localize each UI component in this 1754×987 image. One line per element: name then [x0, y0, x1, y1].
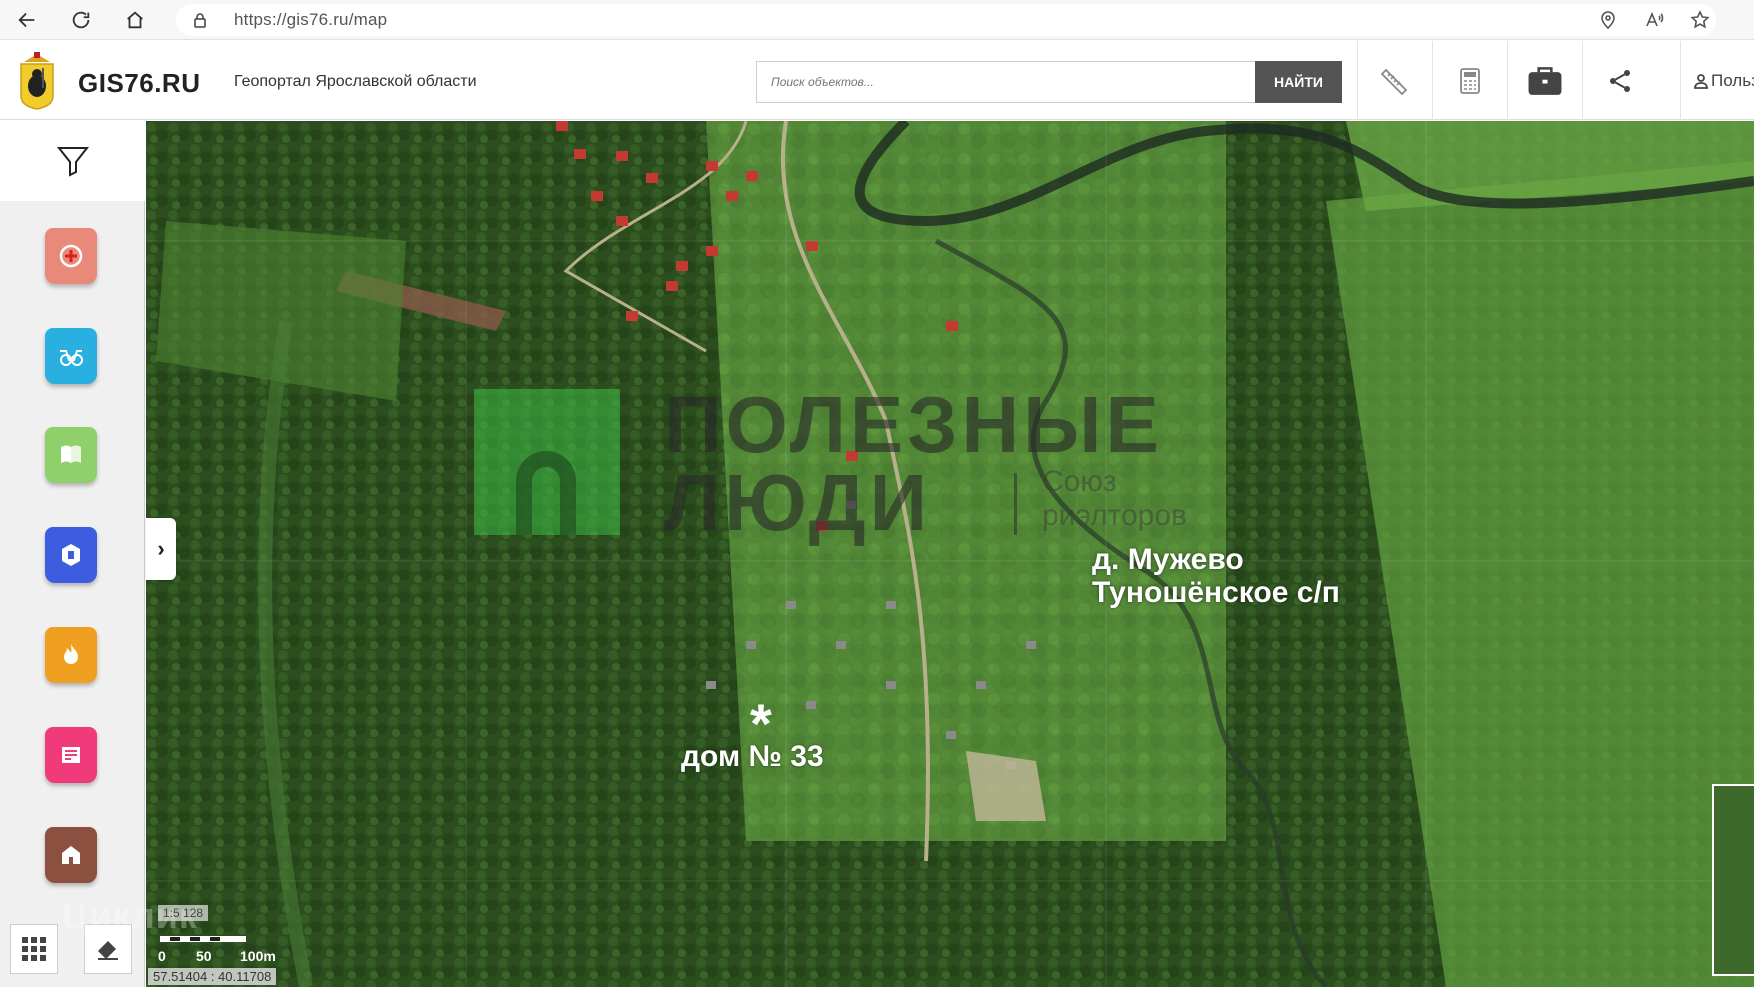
share-icon	[1610, 69, 1630, 92]
lock-icon	[192, 12, 222, 28]
category-housing-button[interactable]	[45, 827, 97, 883]
satellite-imagery	[146, 121, 1754, 987]
map-canvas[interactable]	[146, 121, 1754, 987]
briefcase-icon	[1528, 66, 1562, 95]
browser-toolbar: https://gis76.ru/map	[0, 0, 1754, 40]
village-label: д. Мужево Туношёнское с/п	[1092, 543, 1340, 609]
url-text: https://gis76.ru/map	[234, 10, 388, 29]
favorites-icon[interactable]	[1688, 8, 1712, 32]
village-name: д. Мужево	[1092, 543, 1244, 576]
search-button[interactable]: НАЙТИ	[1255, 61, 1342, 103]
book-icon	[61, 445, 81, 463]
scale-bar	[160, 936, 246, 942]
cursor-coordinates: 57.51404 : 40.11708	[148, 968, 277, 985]
address-bar[interactable]: https://gis76.ru/map	[176, 4, 1716, 36]
medical-cross-icon	[59, 244, 83, 268]
location-icon[interactable]	[1596, 8, 1620, 32]
category-commerce-button[interactable]	[45, 727, 97, 783]
read-aloud-icon[interactable]	[1642, 8, 1666, 32]
wheelchair-icon	[60, 350, 83, 366]
share-tool-button[interactable]	[1582, 41, 1657, 120]
home-icon[interactable]	[108, 0, 162, 40]
measure-tool-button[interactable]	[1357, 41, 1432, 120]
scale-ratio: 1:5 128	[158, 905, 209, 921]
flame-icon	[64, 644, 78, 664]
back-icon[interactable]	[0, 0, 54, 40]
theatre-icon	[62, 544, 80, 566]
scale-tick-100: 100m	[240, 948, 276, 964]
store-icon	[62, 747, 80, 763]
user-menu[interactable]: Польз	[1680, 41, 1754, 120]
grid-icon	[22, 937, 46, 961]
apps-grid-button[interactable]	[10, 924, 58, 974]
calculator-icon	[1460, 67, 1480, 94]
site-subtitle: Геопортал Ярославской области	[234, 73, 477, 90]
ruler-icon	[1380, 68, 1408, 95]
category-culture-button[interactable]	[45, 527, 97, 583]
briefcase-tool-button[interactable]	[1507, 41, 1582, 120]
search-input[interactable]	[756, 61, 1256, 103]
building-icon	[62, 846, 80, 864]
category-education-button[interactable]	[45, 427, 97, 483]
house-label: дом № 33	[681, 740, 824, 773]
sidebar-expand-button[interactable]: ›	[146, 518, 176, 580]
filter-icon	[56, 147, 89, 177]
scale-tick-50: 50	[196, 948, 212, 964]
eraser-icon	[98, 941, 118, 960]
filter-button[interactable]	[0, 121, 145, 201]
category-sport-button[interactable]	[45, 627, 97, 683]
calculator-tool-button[interactable]	[1432, 41, 1507, 120]
user-label: Польз	[1711, 70, 1754, 90]
overview-minimap[interactable]	[1712, 784, 1754, 976]
scale-tick-0: 0	[158, 948, 166, 964]
coat-of-arms-logo[interactable]	[18, 52, 56, 110]
user-icon	[1694, 73, 1708, 89]
site-brand[interactable]: GIS76.RU	[78, 68, 201, 99]
refresh-icon[interactable]	[54, 0, 108, 40]
category-healthcare-button[interactable]	[45, 228, 97, 284]
settlement-name: Туношёнское с/п	[1092, 576, 1340, 609]
category-social-button[interactable]	[45, 328, 97, 384]
